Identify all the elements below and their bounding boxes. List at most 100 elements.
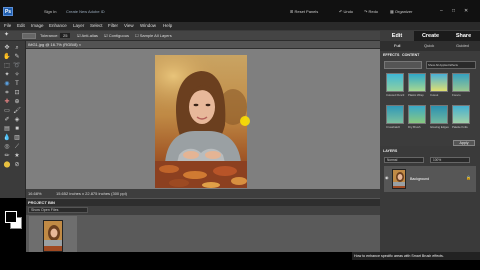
lasso-icon[interactable]: ➰ (13, 63, 21, 70)
sample-all-layers-checkbox[interactable]: ☐ Sample All Layers (135, 33, 172, 38)
effect-thumb[interactable] (386, 105, 404, 124)
red-eye-icon[interactable]: ◎ (3, 144, 11, 151)
pencil-icon[interactable]: ✏ (3, 153, 11, 160)
magic-wand-icon[interactable]: ✦ (3, 72, 11, 79)
project-bin-thumbnail (43, 220, 63, 252)
opacity-field[interactable]: 100% (430, 157, 470, 163)
redo-label: Redo (368, 9, 379, 14)
tab-edit[interactable]: Edit (380, 31, 414, 41)
sample-all-layers-label: Sample All Layers (139, 33, 172, 38)
project-bin-show-label: Show Open Files (31, 208, 59, 212)
minimize-button[interactable]: – (440, 8, 443, 14)
eyedropper-icon[interactable]: ✎ (13, 54, 21, 61)
organizer-button[interactable]: ▦ Organizer (390, 9, 412, 14)
gradient-icon[interactable]: ▤ (3, 126, 11, 133)
layer-row-background[interactable]: ◉ Background 🔒 (384, 166, 476, 192)
brush-icon[interactable]: 🖌 (13, 108, 21, 115)
cookie-cutter-icon[interactable]: ⬤ (3, 162, 11, 169)
canvas-photo[interactable] (155, 55, 247, 188)
menu-enhance[interactable]: Enhance (49, 23, 67, 28)
type-icon[interactable]: T (13, 81, 21, 88)
menu-window[interactable]: Window (140, 23, 156, 28)
reset-panels-button[interactable]: ⊞ Reset Panels (290, 9, 318, 14)
eye-visibility-icon[interactable]: ◉ (385, 175, 389, 180)
spot-healing-icon[interactable]: ✚ (3, 99, 11, 106)
tolerance-input[interactable]: 25 (60, 33, 71, 38)
effects-type-buttons[interactable] (384, 61, 422, 69)
effect-thumb[interactable] (408, 73, 426, 92)
straighten-icon[interactable]: ⟋ (13, 144, 21, 151)
menu-layer[interactable]: Layer (73, 23, 84, 28)
opacity-value: 100% (433, 158, 442, 162)
close-button[interactable]: ✕ (464, 8, 468, 14)
eraser-icon[interactable]: ▭ (3, 108, 11, 115)
layers-panel: LAYERS Normal 100% ◉ Background 🔒 (380, 146, 480, 252)
maximize-button[interactable]: □ (452, 8, 455, 14)
tab-create[interactable]: Create (414, 31, 447, 41)
foreground-color-swatch[interactable] (5, 211, 17, 223)
content-tab[interactable]: CONTENT (402, 53, 419, 57)
undo-button[interactable]: ↶ Undo (339, 9, 353, 14)
recompose-icon[interactable]: ⊡ (13, 90, 21, 97)
menu-image[interactable]: Image (31, 23, 44, 28)
menu-filter[interactable]: Filter (108, 23, 118, 28)
blur-icon[interactable]: 💧 (3, 135, 11, 142)
edit-subtabs: Full Quick Guided (380, 41, 480, 51)
effects-filter-select[interactable]: Show All Applied Effects (426, 61, 476, 69)
effects-filter-label: Show All Applied Effects (428, 63, 458, 67)
selection-mode-buttons[interactable] (22, 33, 36, 39)
project-bin-show-select[interactable]: Show Open Files (28, 207, 88, 213)
effect-label: Crosshatch (386, 125, 401, 129)
effect-thumb[interactable] (430, 105, 448, 124)
menu-view[interactable]: View (124, 23, 134, 28)
effect-label: Cutout (430, 93, 439, 97)
subtab-quick[interactable]: Quick (424, 43, 434, 48)
effect-thumb[interactable] (408, 105, 426, 124)
blend-mode-select[interactable]: Normal (384, 157, 424, 163)
redo-button[interactable]: ↷ Redo (364, 9, 378, 14)
paint-bucket-icon[interactable]: ◈ (13, 117, 21, 124)
smart-brush-icon[interactable]: ✐ (3, 117, 11, 124)
custom-shape-icon[interactable]: ★ (13, 153, 21, 160)
move-icon[interactable]: ✥ (3, 45, 11, 52)
clone-icon[interactable]: ⊕ (13, 99, 21, 106)
effect-label: Palette Knife (452, 125, 468, 129)
document-tab[interactable]: IMG1.jpg @ 16.7% (RGB/8) × (26, 41, 380, 49)
tab-share[interactable]: Share (447, 31, 480, 41)
sponge-icon[interactable]: ▥ (13, 135, 21, 142)
effect-thumb[interactable] (430, 73, 448, 92)
menu-edit[interactable]: Edit (17, 23, 25, 28)
effect-thumb[interactable] (452, 73, 470, 92)
crop-icon[interactable]: ⌗ (3, 90, 11, 97)
app-logo: Ps (3, 7, 13, 16)
menu-file[interactable]: File (4, 23, 11, 28)
marquee-icon[interactable]: ⬚ (3, 63, 11, 70)
shape-icon[interactable]: ■ (13, 126, 21, 133)
create-id-link[interactable]: Create New Adobe ID (66, 9, 105, 14)
document-size: 15.652 inches x 22.875 inches (300 ppi) (56, 191, 127, 196)
menu-select[interactable]: Select (90, 23, 103, 28)
contiguous-label: Contiguous (108, 33, 129, 38)
tip-bar[interactable]: How to enhance specific areas with Smart… (352, 252, 480, 260)
project-bin-toolbar: Show Open Files (26, 206, 380, 215)
subtab-full[interactable]: Full (394, 43, 400, 48)
menu-help[interactable]: Help (163, 23, 172, 28)
anti-alias-label: Anti-alias (81, 33, 98, 38)
sign-in-link[interactable]: Sign In (44, 9, 56, 14)
layer-name: Background (410, 177, 430, 181)
effect-label: Plastic Wrap (408, 93, 424, 97)
effect-thumb[interactable] (386, 73, 404, 92)
hand-icon[interactable]: ✋ (3, 54, 11, 61)
reset-panels-label: Reset Panels (294, 9, 319, 14)
subtab-guided[interactable]: Guided (456, 43, 469, 48)
zoom-level[interactable]: 16.68% (28, 191, 42, 196)
effects-panel-header: EFFECTS CONTENT (380, 53, 480, 60)
effect-thumb[interactable] (452, 105, 470, 124)
zoom-icon[interactable]: ⌕ (13, 45, 21, 52)
quick-selection-icon[interactable]: ✧ (13, 72, 21, 79)
effects-tab[interactable]: EFFECTS (383, 53, 399, 57)
eye-icon[interactable]: ◉ (3, 81, 11, 88)
contiguous-checkbox[interactable]: ☑ Contiguous (104, 33, 129, 38)
anti-alias-checkbox[interactable]: ☑ Anti-alias (77, 33, 98, 38)
content-aware-icon[interactable]: ⊘ (13, 162, 21, 169)
